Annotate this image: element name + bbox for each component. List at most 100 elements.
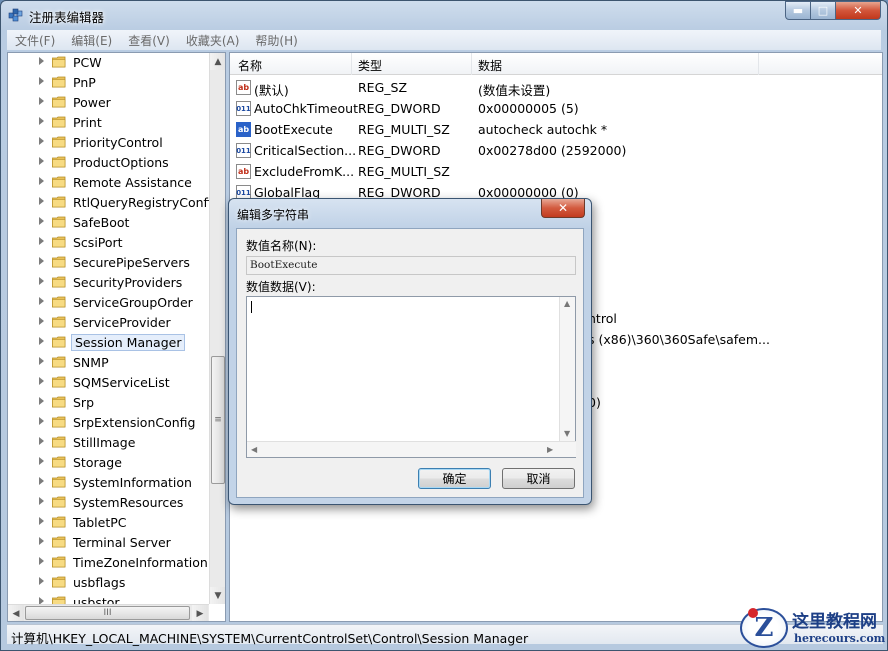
tree-vertical-scrollbar[interactable]: ▲ ≡ ▼	[209, 53, 225, 604]
expand-arrow-icon[interactable]	[39, 117, 44, 125]
tree-item[interactable]: SystemInformation	[8, 473, 208, 493]
expand-arrow-icon[interactable]	[39, 157, 44, 165]
textarea-horizontal-scrollbar[interactable]: ◀ ▶	[247, 441, 576, 457]
expand-arrow-icon[interactable]	[39, 397, 44, 405]
scroll-left-arrow-icon[interactable]: ◀	[8, 605, 24, 621]
tree-item[interactable]: SecurePipeServers	[8, 253, 208, 273]
maximize-button[interactable]: □	[811, 1, 836, 20]
expand-arrow-icon[interactable]	[39, 177, 44, 185]
tree-item[interactable]: Print	[8, 113, 208, 133]
tree-item[interactable]: ProductOptions	[8, 153, 208, 173]
value-data-textarea[interactable]: ▲ ▼ ◀ ▶	[246, 296, 576, 458]
tree-item[interactable]: StillImage	[8, 433, 208, 453]
expand-arrow-icon[interactable]	[39, 197, 44, 205]
folder-icon	[52, 576, 66, 588]
tree-item[interactable]: usbflags	[8, 573, 208, 593]
tree-item[interactable]: PCW	[8, 53, 208, 73]
tree-scroll-thumb[interactable]: ≡	[211, 356, 225, 484]
menu-item[interactable]: 文件(F)	[7, 32, 63, 49]
expand-arrow-icon[interactable]	[39, 317, 44, 325]
tree-item[interactable]: SecurityProviders	[8, 273, 208, 293]
close-button[interactable]: ✕	[836, 1, 881, 20]
expand-arrow-icon[interactable]	[39, 97, 44, 105]
scroll-down-arrow-icon[interactable]: ▼	[564, 429, 570, 438]
expand-arrow-icon[interactable]	[39, 77, 44, 85]
expand-arrow-icon[interactable]	[39, 257, 44, 265]
tree-item[interactable]: ServiceProvider	[8, 313, 208, 333]
tree-item[interactable]: SystemResources	[8, 493, 208, 513]
expand-arrow-icon[interactable]	[39, 437, 44, 445]
cancel-button[interactable]: 取消	[502, 468, 575, 489]
folder-icon	[52, 336, 66, 348]
tree-horizontal-scrollbar[interactable]: ◀ III ▶	[8, 604, 209, 621]
minimize-button[interactable]: ▬	[785, 1, 811, 20]
tree-item[interactable]: PnP	[8, 73, 208, 93]
tree-item[interactable]: SNMP	[8, 353, 208, 373]
menu-item[interactable]: 编辑(E)	[63, 32, 120, 49]
value-row[interactable]: ab (默认) REG_SZ (数值未设置)	[230, 77, 882, 98]
expand-arrow-icon[interactable]	[39, 557, 44, 565]
expand-arrow-icon[interactable]	[39, 357, 44, 365]
value-row[interactable]: 011 CriticalSection... REG_DWORD 0x00278d00…	[230, 140, 882, 161]
tree-item[interactable]: ServiceGroupOrder	[8, 293, 208, 313]
column-header-type[interactable]: 类型	[358, 57, 382, 74]
value-name: (默认)	[254, 83, 289, 98]
tree-item[interactable]: RtlQueryRegistryConfig	[8, 193, 219, 213]
expand-arrow-icon[interactable]	[39, 417, 44, 425]
expand-arrow-icon[interactable]	[39, 297, 44, 305]
tree-item[interactable]: SrpExtensionConfig	[8, 413, 208, 433]
tree-item[interactable]: ScsiPort	[8, 233, 208, 253]
scroll-right-arrow-icon[interactable]: ▶	[547, 445, 553, 454]
expand-arrow-icon[interactable]	[39, 517, 44, 525]
tree-item[interactable]: SafeBoot	[8, 213, 208, 233]
tree-item-label: SecurePipeServers	[73, 255, 190, 270]
registry-key-tree[interactable]: PCW PnP Power Print PriorityControl ProductOp…	[7, 52, 226, 622]
menu-item[interactable]: 帮助(H)	[247, 32, 305, 49]
expand-arrow-icon[interactable]	[39, 497, 44, 505]
tree-item[interactable]: Remote Assistance	[8, 173, 208, 193]
tree-item[interactable]: PriorityControl	[8, 133, 208, 153]
tree-item[interactable]: TabletPC	[8, 513, 208, 533]
scroll-up-arrow-icon[interactable]: ▲	[210, 53, 225, 70]
tree-item[interactable]: SQMServiceList	[8, 373, 208, 393]
expand-arrow-icon[interactable]	[39, 577, 44, 585]
value-row[interactable]: ab BootExecute REG_MULTI_SZ autocheck autoc…	[230, 119, 882, 140]
expand-arrow-icon[interactable]	[39, 217, 44, 225]
tree-item[interactable]: Storage	[8, 453, 208, 473]
scroll-up-arrow-icon[interactable]: ▲	[564, 299, 570, 308]
expand-arrow-icon[interactable]	[39, 137, 44, 145]
value-row[interactable]: ab ExcludeFromK... REG_MULTI_SZ	[230, 161, 882, 182]
expand-arrow-icon[interactable]	[39, 57, 44, 65]
expand-arrow-icon[interactable]	[39, 277, 44, 285]
scroll-left-arrow-icon[interactable]: ◀	[251, 445, 257, 454]
menu-item[interactable]: 查看(V)	[120, 32, 178, 49]
tree-item-label: TimeZoneInformation	[73, 555, 208, 570]
textarea-vertical-scrollbar[interactable]: ▲ ▼	[559, 297, 575, 442]
tree-item[interactable]: Session Manager	[8, 333, 208, 353]
column-divider[interactable]	[351, 53, 352, 75]
expand-arrow-icon[interactable]	[39, 457, 44, 465]
ok-button[interactable]: 确定	[418, 468, 491, 489]
column-divider[interactable]	[758, 53, 759, 75]
tree-hscroll-thumb[interactable]: III	[25, 606, 190, 620]
expand-arrow-icon[interactable]	[39, 537, 44, 545]
value-row[interactable]: 011 AutoChkTimeout REG_DWORD 0x00000005 (5)	[230, 98, 882, 119]
column-header-name[interactable]: 名称	[238, 57, 262, 74]
tree-item[interactable]: Terminal Server	[8, 533, 208, 553]
tree-item[interactable]: TimeZoneInformation	[8, 553, 208, 573]
expand-arrow-icon[interactable]	[39, 377, 44, 385]
title-bar[interactable]: 注册表编辑器 ▬ □ ✕	[1, 1, 887, 29]
column-divider[interactable]	[471, 53, 472, 75]
column-header-data[interactable]: 数据	[478, 57, 502, 74]
tree-item[interactable]: Srp	[8, 393, 208, 413]
value-name-label: 数值名称(N):	[246, 239, 317, 253]
expand-arrow-icon[interactable]	[39, 477, 44, 485]
dialog-close-button[interactable]: ✕	[541, 199, 585, 218]
menu-item[interactable]: 收藏夹(A)	[178, 32, 248, 49]
expand-arrow-icon[interactable]	[39, 237, 44, 245]
scroll-right-arrow-icon[interactable]: ▶	[192, 605, 208, 621]
expand-arrow-icon[interactable]	[39, 337, 44, 345]
tree-item[interactable]: Power	[8, 93, 208, 113]
tree-item-label: PCW	[73, 55, 102, 70]
scroll-down-arrow-icon[interactable]: ▼	[210, 587, 225, 604]
